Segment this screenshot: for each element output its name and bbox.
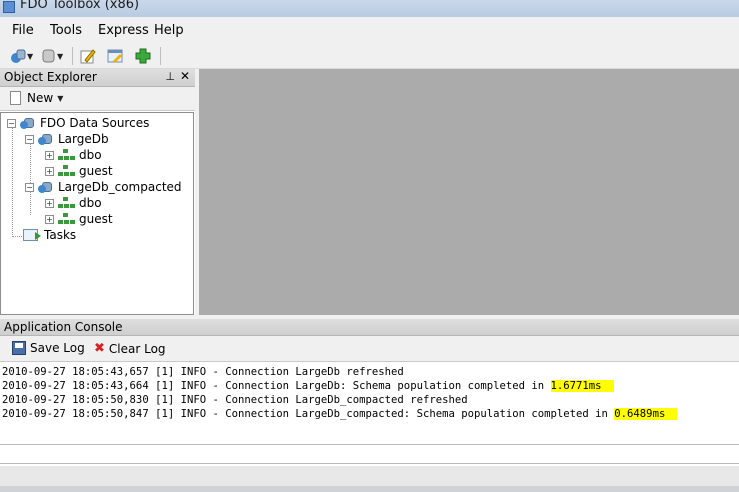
new-button-label: New — [27, 91, 54, 105]
tree-node-label: Tasks — [44, 228, 77, 242]
toolbar-separator — [72, 47, 73, 65]
log-line: 2010-09-27 18:05:43,657 [1] INFO - Conne… — [2, 365, 404, 379]
expand-icon[interactable]: + — [45, 214, 54, 224]
object-explorer-panel: Object Explorer ⊥ ✕ New ▼ − FDO Data Sou… — [0, 69, 195, 315]
tree-line — [12, 127, 13, 237]
expand-icon[interactable]: + — [45, 166, 54, 176]
addin-icon — [135, 48, 151, 64]
data-sources-icon — [20, 116, 36, 130]
log-line: 2010-09-27 18:05:50,830 [1] INFO - Conne… — [2, 393, 468, 407]
log-line: 2010-09-27 18:05:43,664 [1] INFO - Conne… — [2, 379, 614, 393]
tree-line — [12, 236, 22, 237]
window-bottom-edge — [0, 486, 739, 492]
collapse-icon[interactable]: − — [25, 134, 34, 144]
menu-tools[interactable]: Tools — [50, 23, 82, 38]
tree-node-label: LargeDb_compacted — [58, 180, 182, 194]
log-text: 2010-09-27 18:05:43,664 [1] INFO - Conne… — [2, 380, 551, 392]
console-header: Application Console — [0, 319, 739, 336]
connection-icon — [38, 132, 54, 146]
edit-button[interactable] — [80, 47, 96, 65]
status-bar — [0, 466, 739, 486]
tree-node-connection[interactable]: − LargeDb — [25, 131, 109, 147]
connection-icon — [38, 180, 54, 194]
addin-button[interactable] — [135, 47, 151, 65]
panel-title: Application Console — [4, 320, 123, 334]
collapse-icon[interactable]: − — [7, 118, 16, 128]
save-log-label: Save Log — [30, 341, 85, 355]
tree-node-label: LargeDb — [58, 132, 109, 146]
log-text: 2010-09-27 18:05:43,657 [1] INFO - Conne… — [2, 366, 404, 378]
explorer-toolbar: New ▼ — [0, 87, 195, 111]
log-text: 2010-09-27 18:05:50,830 [1] INFO - Conne… — [2, 394, 468, 406]
database-button[interactable]: ▼ — [42, 47, 63, 65]
schema-icon — [58, 165, 75, 177]
console-toolbar: Save Log ✖ Clear Log — [0, 336, 739, 362]
log-text: 2010-09-27 18:05:50,847 [1] INFO - Conne… — [2, 408, 615, 420]
tree-node-data-sources[interactable]: − FDO Data Sources — [7, 115, 149, 131]
menu-bar: File Tools Express Help — [0, 17, 739, 43]
form-button[interactable] — [107, 47, 123, 65]
document-area — [199, 69, 739, 315]
tree-node-schema[interactable]: + dbo — [45, 147, 102, 163]
tree-node-tasks[interactable]: Tasks — [23, 227, 76, 243]
new-document-icon — [10, 91, 21, 105]
expand-icon[interactable]: + — [45, 150, 54, 160]
panel-title: Object Explorer — [4, 70, 97, 84]
log-line: 2010-09-27 18:05:50,847 [1] INFO - Conne… — [2, 407, 678, 421]
tree-node-label: dbo — [79, 148, 102, 162]
database-icon — [42, 49, 55, 63]
tree-node-label: FDO Data Sources — [40, 116, 150, 130]
tree-node-label: dbo — [79, 196, 102, 210]
collapse-icon[interactable]: − — [25, 182, 34, 192]
form-icon — [107, 49, 123, 63]
new-button[interactable]: New ▼ — [10, 91, 63, 105]
log-highlight: 0.6489ms — [614, 408, 678, 420]
tree-node-label: guest — [79, 212, 113, 226]
tree-node-schema[interactable]: + guest — [45, 163, 113, 179]
clear-log-button[interactable]: ✖ Clear Log — [94, 341, 166, 356]
main-toolbar: ▼ ▼ — [0, 43, 739, 69]
save-icon — [12, 341, 26, 355]
tree-node-schema[interactable]: + dbo — [45, 195, 102, 211]
title-bar: FDO Toolbox (x86) — [0, 0, 739, 17]
object-tree: − FDO Data Sources − LargeDb + dbo + gue… — [0, 112, 194, 315]
console-input[interactable] — [0, 444, 739, 464]
menu-help[interactable]: Help — [154, 23, 184, 38]
menu-file[interactable]: File — [12, 23, 34, 38]
schema-icon — [58, 197, 75, 209]
connect-icon — [11, 49, 26, 63]
tasks-icon — [23, 229, 41, 241]
tree-node-label: guest — [79, 164, 113, 178]
object-explorer-header: Object Explorer ⊥ ✕ — [0, 69, 195, 87]
chevron-down-icon: ▼ — [57, 51, 64, 61]
tree-node-schema[interactable]: + guest — [45, 211, 113, 227]
tree-node-connection[interactable]: − LargeDb_compacted — [25, 179, 182, 195]
pin-icon[interactable]: ⊥ — [165, 70, 175, 83]
schema-icon — [58, 213, 75, 225]
app-icon — [3, 1, 15, 13]
schema-icon — [58, 149, 75, 161]
chevron-down-icon: ▼ — [57, 93, 64, 103]
window-title: FDO Toolbox (x86) — [20, 0, 140, 12]
clear-icon: ✖ — [94, 341, 105, 356]
save-log-button[interactable]: Save Log — [12, 341, 85, 355]
connect-button[interactable]: ▼ — [10, 47, 33, 65]
toolbar-separator — [160, 47, 161, 65]
close-icon[interactable]: ✕ — [180, 69, 190, 83]
menu-express[interactable]: Express — [98, 23, 149, 38]
expand-icon[interactable]: + — [45, 198, 54, 208]
log-highlight: 1.6771ms — [550, 380, 614, 392]
chevron-down-icon: ▼ — [27, 51, 34, 61]
clear-log-label: Clear Log — [108, 341, 166, 356]
edit-icon — [80, 49, 96, 64]
